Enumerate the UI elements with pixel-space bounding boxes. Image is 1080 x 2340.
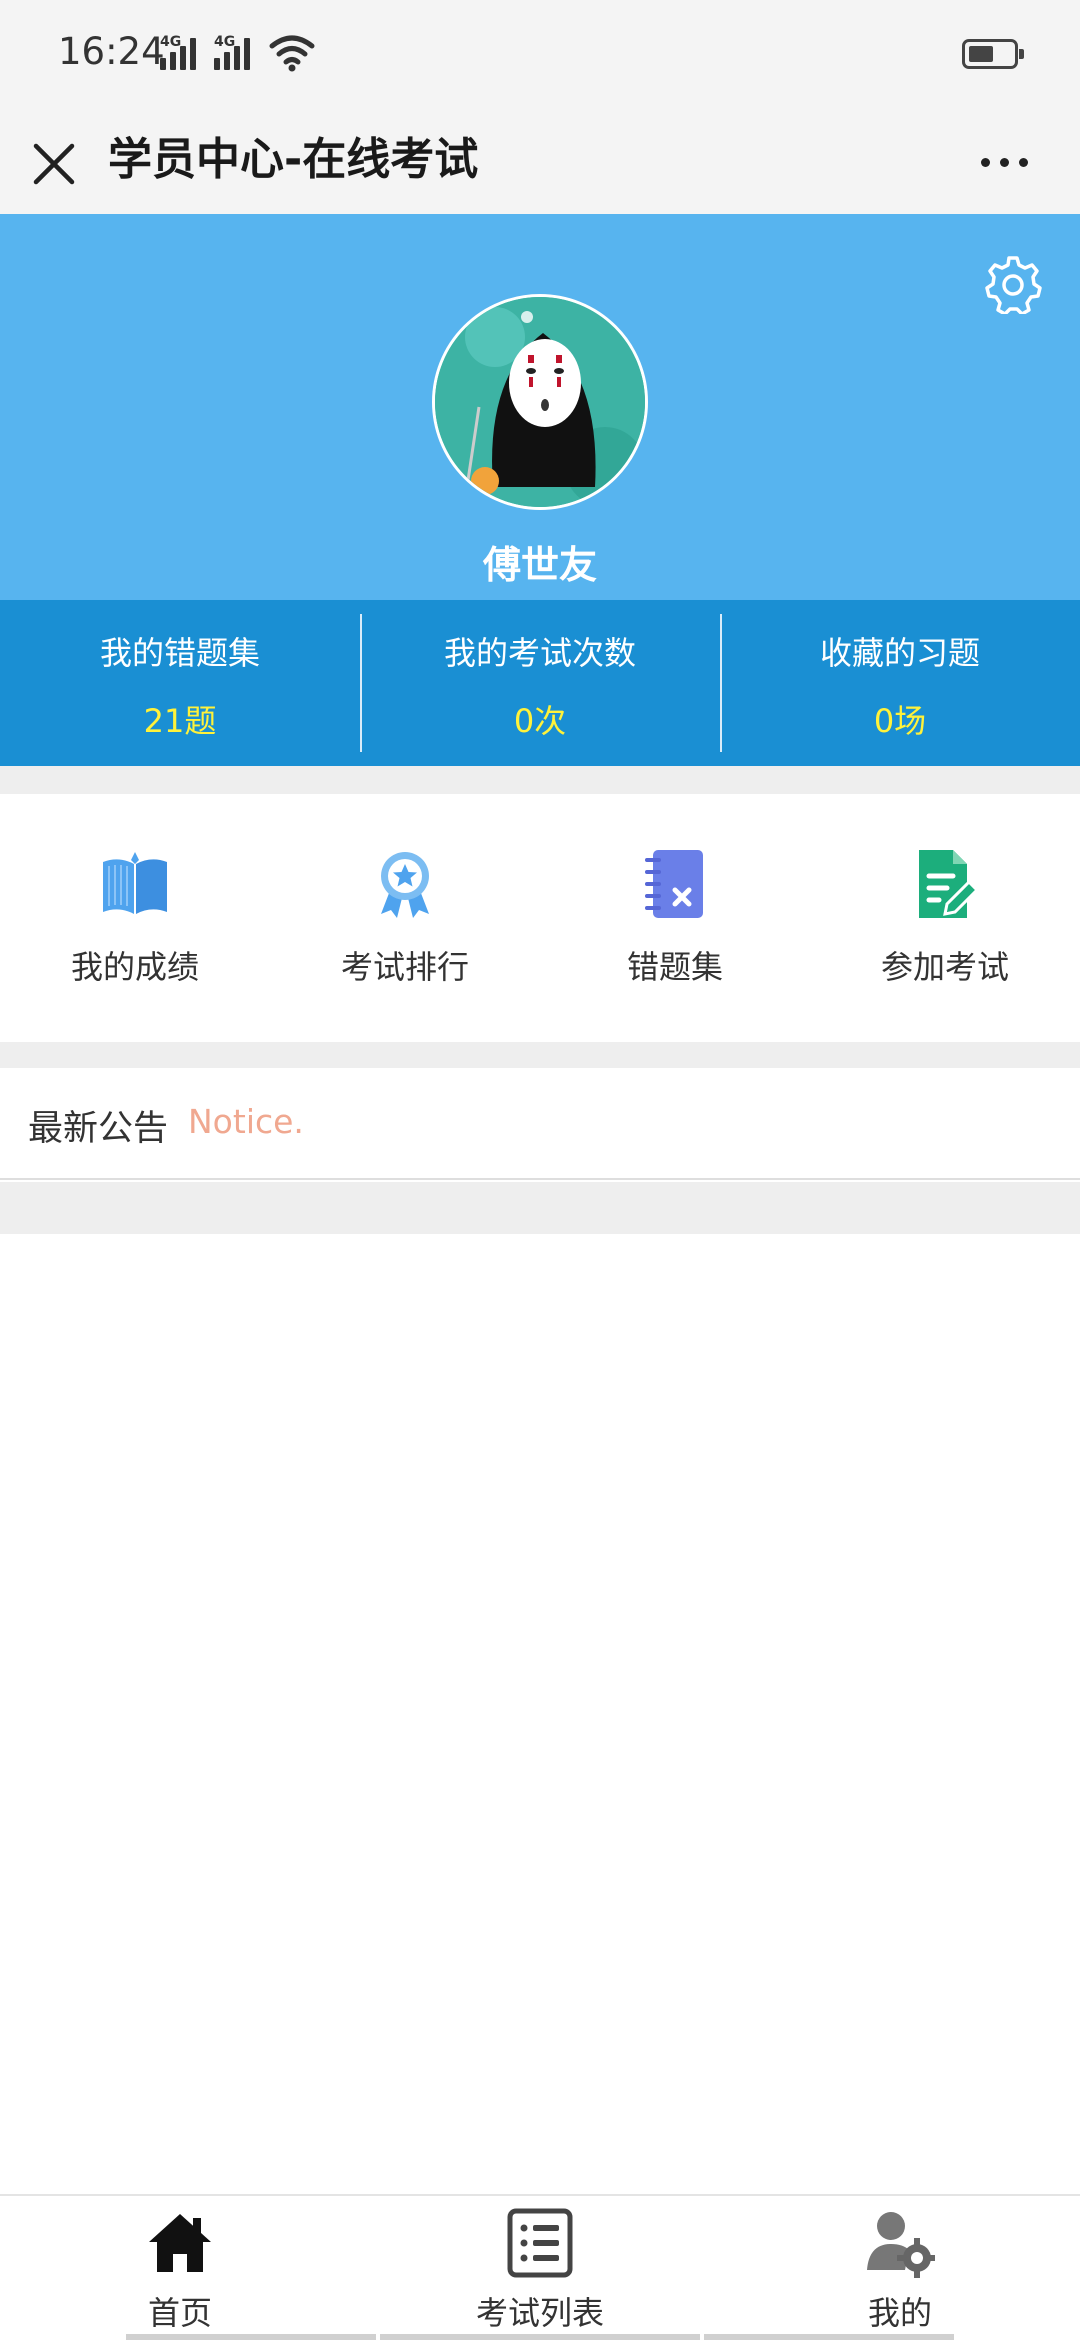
profile-header: 傅世友 bbox=[0, 214, 1080, 600]
status-bar: 16:24 4G 4G bbox=[0, 0, 1080, 108]
battery-icon bbox=[962, 39, 1024, 69]
stat-value: 0场 bbox=[873, 702, 927, 740]
ribbon-star-icon bbox=[381, 852, 429, 918]
menu-label: 我的成绩 bbox=[70, 948, 199, 986]
status-time: 16:24 bbox=[58, 30, 165, 73]
signal-label: 4G bbox=[214, 34, 236, 50]
signal-icon: 4G bbox=[214, 34, 260, 70]
notice-section[interactable]: 最新公告 Notice. bbox=[0, 1068, 1080, 1180]
menu-label: 错题集 bbox=[626, 948, 723, 986]
nav-home[interactable]: 首页 bbox=[0, 2196, 360, 2340]
home-indicator bbox=[380, 2334, 700, 2340]
more-icon bbox=[981, 158, 990, 167]
close-icon bbox=[33, 143, 75, 185]
more-button[interactable] bbox=[975, 136, 1035, 186]
document-pen-icon bbox=[919, 850, 980, 918]
menu-wrong-questions[interactable]: 错题集 bbox=[540, 794, 810, 1042]
section-divider bbox=[0, 1042, 1080, 1068]
notice-subtitle: Notice. bbox=[188, 1102, 304, 1141]
stat-label: 我的考试次数 bbox=[443, 634, 636, 672]
nav-label: 首页 bbox=[147, 2294, 212, 2332]
signal-icon: 4G bbox=[160, 34, 206, 70]
page-title: 学员中心-在线考试 bbox=[108, 134, 479, 185]
gear-icon bbox=[985, 256, 1042, 316]
section-divider bbox=[0, 766, 1080, 794]
section-divider bbox=[0, 1182, 1080, 1234]
stat-wrong-questions[interactable]: 我的错题集 21题 bbox=[0, 600, 360, 766]
avatar[interactable] bbox=[432, 294, 648, 510]
menu-label: 参加考试 bbox=[880, 948, 1009, 986]
bottom-nav: 首页 考试列表 我的 bbox=[0, 2194, 1080, 2340]
close-button[interactable] bbox=[28, 126, 80, 196]
stat-label: 我的错题集 bbox=[99, 634, 260, 672]
menu-take-exam[interactable]: 参加考试 bbox=[810, 794, 1080, 1042]
nav-label: 我的 bbox=[867, 2294, 932, 2332]
nav-exam-list[interactable]: 考试列表 bbox=[360, 2196, 720, 2340]
stat-value: 0次 bbox=[513, 702, 567, 740]
book-icon bbox=[103, 852, 167, 914]
home-indicator bbox=[126, 2334, 376, 2340]
stat-exam-count[interactable]: 我的考试次数 0次 bbox=[360, 600, 720, 766]
user-gear-icon bbox=[867, 2212, 935, 2278]
menu-label: 考试排行 bbox=[340, 948, 469, 986]
menu-grid: 我的成绩 考试排行 错题集 参加考试 bbox=[0, 794, 1080, 1042]
settings-button[interactable] bbox=[983, 254, 1043, 316]
notice-title: 最新公告 bbox=[28, 1109, 169, 1149]
signal-label: 4G bbox=[160, 34, 182, 50]
menu-my-scores[interactable]: 我的成绩 bbox=[0, 794, 270, 1042]
home-icon bbox=[149, 2214, 211, 2272]
stat-label: 收藏的习题 bbox=[819, 634, 980, 672]
notebook-x-icon bbox=[645, 850, 703, 918]
user-name: 傅世友 bbox=[482, 543, 597, 587]
wifi-icon bbox=[268, 32, 316, 72]
home-indicator bbox=[704, 2334, 954, 2340]
stat-value: 21题 bbox=[143, 702, 217, 740]
list-icon bbox=[507, 2208, 573, 2278]
nav-label: 考试列表 bbox=[475, 2294, 604, 2332]
stat-favorites[interactable]: 收藏的习题 0场 bbox=[720, 600, 1080, 766]
menu-exam-ranking[interactable]: 考试排行 bbox=[270, 794, 540, 1042]
stats-bar: 我的错题集 21题 我的考试次数 0次 收藏的习题 0场 bbox=[0, 600, 1080, 766]
nav-mine[interactable]: 我的 bbox=[720, 2196, 1080, 2340]
title-bar: 学员中心-在线考试 bbox=[0, 108, 1080, 214]
